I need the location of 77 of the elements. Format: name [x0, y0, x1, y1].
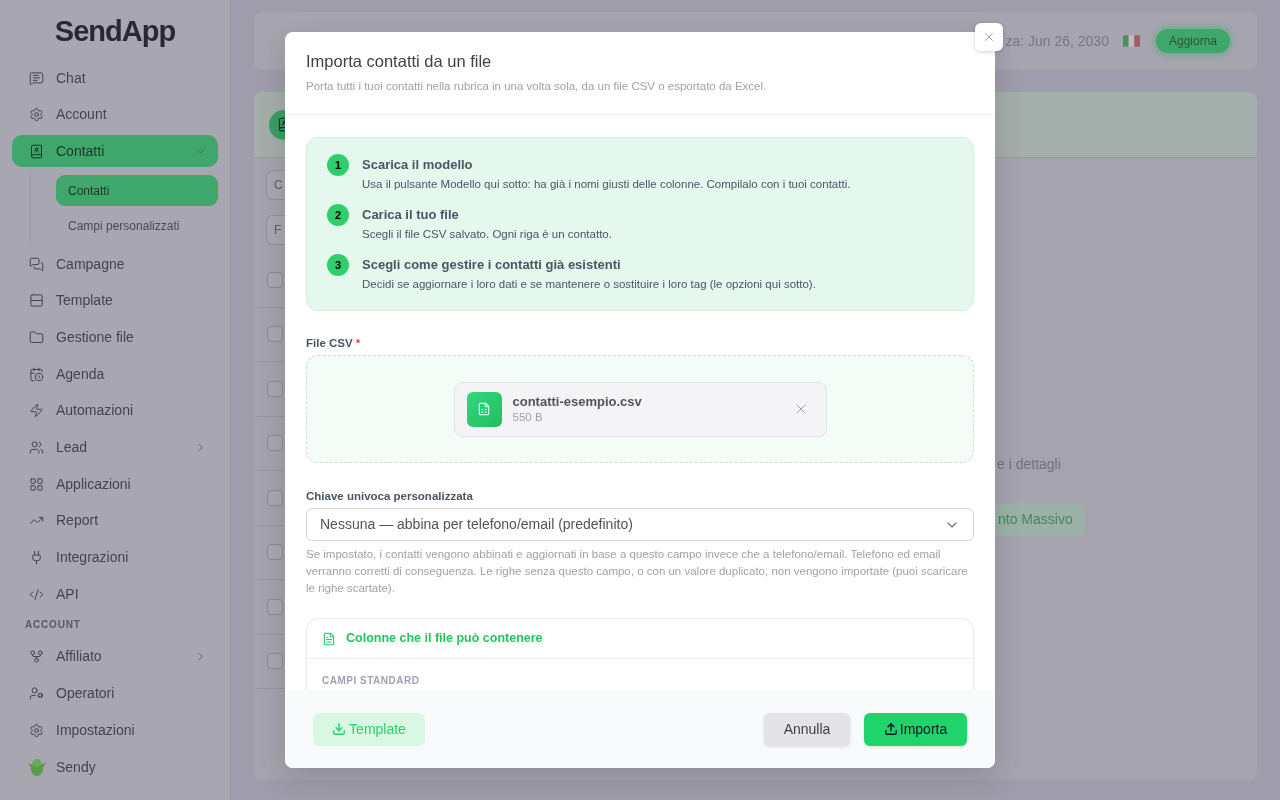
sidebar-item[interactable]: Report — [12, 504, 218, 537]
cancel-button[interactable]: Annulla — [764, 712, 850, 746]
section-heading: ACCOUNT — [24, 618, 82, 633]
chat-icon — [29, 70, 44, 86]
logo: SendApp — [54, 14, 176, 48]
gear-icon — [29, 107, 44, 123]
field-label: Chiave univoca personalizzata — [306, 489, 474, 503]
panel-title[interactable]: Colonne che il file può contenere — [346, 629, 543, 648]
step-description: Decidi se aggiornare i loro dati e se mantenere o sostituire i loro tag (le opzioni qui sotto). — [362, 277, 816, 292]
sidebar-item[interactable]: Operatori — [12, 677, 218, 710]
users-icon — [29, 440, 44, 455]
row-checkbox[interactable] — [267, 326, 283, 343]
document-icon — [322, 631, 336, 646]
step-description: Scegli il file CSV salvato. Ogni riga è un contatto. — [362, 227, 612, 242]
grid-icon — [29, 476, 44, 492]
mascot-icon — [27, 757, 47, 777]
sidebar-item[interactable]: Chat — [12, 62, 218, 94]
section-heading: CAMPI STANDARD — [322, 674, 421, 687]
row-checkbox[interactable] — [267, 271, 283, 288]
step-title: Carica il tuo file — [362, 206, 460, 224]
row-checkbox[interactable] — [267, 489, 283, 506]
sidebar-item[interactable]: Agenda — [12, 358, 218, 391]
row-checkbox[interactable] — [267, 653, 283, 670]
gear-icon — [29, 722, 44, 738]
plug-icon — [29, 550, 44, 566]
sidebar-item[interactable]: Template — [12, 284, 218, 317]
sidebar-item[interactable]: Sendy — [12, 751, 218, 783]
upload-icon — [883, 722, 898, 736]
download-icon — [332, 722, 347, 736]
spreadsheet-file-icon — [466, 391, 502, 427]
row-checkbox[interactable] — [267, 598, 283, 615]
flag-icon — [1122, 35, 1140, 47]
step-number: 2 — [327, 204, 349, 226]
sidebar-subitem[interactable]: Campi personalizzati — [56, 210, 218, 242]
help-text: Se impostato, i contatti vengono abbinati e aggiornati in base a questo campo invece che a telefono/email. Telefono ed email verranno corretti di conseguenza. Le righe senza questo campo, o con un valore duplicato, non vengono importate (puoi scaricare le righe scartate). — [306, 547, 969, 596]
sidebar-item[interactable]: Lead — [12, 431, 218, 464]
row-checkbox[interactable] — [267, 435, 283, 452]
sidebar-item[interactable]: Affiliato — [12, 640, 218, 673]
user-gear-icon — [29, 686, 44, 702]
sidebar-item[interactable]: Account — [12, 98, 218, 131]
step-number: 1 — [327, 154, 349, 176]
step-title: Scegli come gestire i contatti già esistenti — [362, 256, 622, 274]
sidebar-item[interactable]: Contatti — [12, 135, 218, 168]
file-dropzone[interactable]: contatti-esempio.csv 550 B — [306, 355, 974, 463]
rows-icon — [29, 293, 44, 309]
unique-key-select[interactable]: Nessuna — abbina per telefono/email (predefinito) — [306, 508, 974, 541]
code-icon — [29, 586, 44, 602]
file-name: contatti-esempio.csv — [512, 393, 643, 410]
upgrade-button[interactable]: Aggiorna — [1155, 29, 1230, 53]
step-description: Usa il pulsante Modello qui sotto: ha già i nomi giusti delle colonne. Compilalo con i tuoi contatti. — [362, 177, 851, 192]
row-checkbox[interactable] — [267, 544, 283, 561]
dialog-subtitle: Porta tutti i tuoi contatti nella rubrica in una volta sola, da un file CSV o esportato da Excel. — [306, 79, 768, 94]
sidebar-item[interactable]: Impostazioni — [12, 714, 218, 747]
lightning-icon — [29, 403, 44, 419]
import-button[interactable]: Importa — [864, 712, 967, 746]
sidebar-item[interactable]: Integrazioni — [12, 541, 218, 574]
sidebar-item[interactable]: Gestione file — [12, 321, 218, 354]
input-field[interactable]: C — [266, 170, 286, 200]
close-button[interactable] — [975, 23, 1003, 51]
step-title: Scarica il modello — [362, 156, 474, 174]
step-number: 3 — [327, 254, 349, 276]
folder-icon — [29, 329, 44, 345]
fork-icon — [29, 649, 44, 665]
file-size: 550 B — [512, 410, 544, 425]
contact-book-icon — [29, 143, 44, 159]
calendar-clock-icon — [29, 366, 44, 382]
input-field[interactable]: F — [266, 215, 286, 245]
sidebar-item[interactable]: Automazioni — [12, 394, 218, 427]
close-icon — [982, 30, 996, 44]
dialog-title: Importa contatti da un file — [306, 51, 493, 72]
row-checkbox[interactable] — [267, 380, 283, 397]
sidebar-item[interactable]: Applicazioni — [12, 468, 218, 501]
field-label: File CSV * — [306, 336, 362, 350]
sidebar-subitem[interactable]: Contatti — [56, 175, 218, 207]
chat-bubbles-icon — [29, 256, 44, 272]
sidebar-item[interactable]: API — [12, 578, 218, 611]
sidebar-item[interactable]: Campagne — [12, 248, 218, 281]
